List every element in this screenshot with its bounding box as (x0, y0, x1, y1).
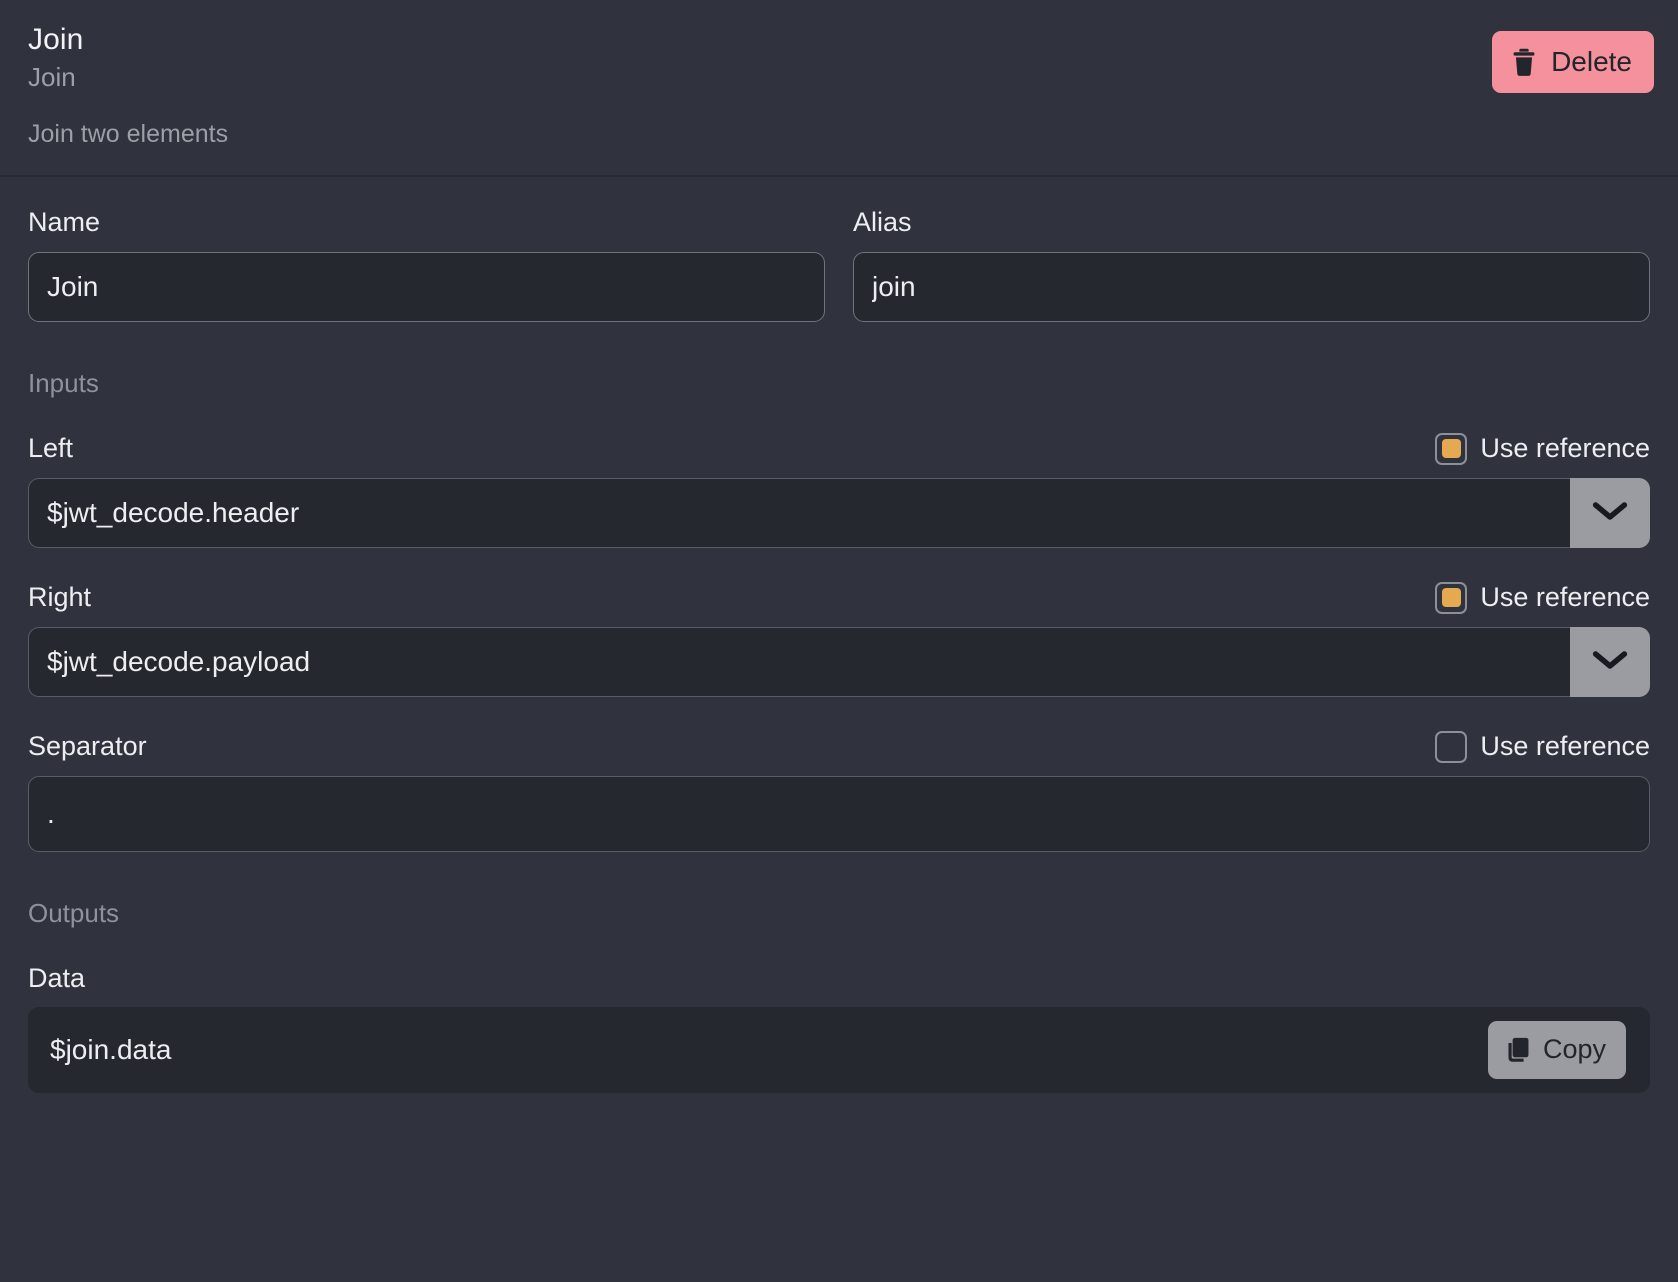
node-description: Join two elements (28, 119, 229, 148)
delete-button-label: Delete (1551, 46, 1632, 77)
node-title: Join (28, 23, 84, 56)
node-type-subtitle: Join (28, 62, 76, 93)
input-left-dropdown-button[interactable] (1570, 477, 1650, 548)
use-reference-label-separator: Use reference (1480, 731, 1650, 762)
panel-body: Name Alias Inputs Left Use reference (0, 177, 1678, 1282)
copy-button[interactable]: Copy (1487, 1020, 1626, 1079)
input-right-label: Right (28, 582, 92, 613)
use-reference-label-right: Use reference (1480, 582, 1650, 613)
chevron-down-icon (1592, 649, 1628, 674)
output-data-box: $join.data Copy (28, 1006, 1650, 1093)
input-left-head: Left Use reference (28, 432, 1650, 465)
use-reference-toggle-right[interactable]: Use reference (1435, 581, 1650, 614)
input-right-head: Right Use reference (28, 581, 1650, 614)
alias-input[interactable] (853, 251, 1650, 322)
outputs-section-label: Outputs (28, 897, 120, 928)
input-block-left: Left Use reference (28, 432, 1650, 548)
copy-button-label: Copy (1542, 1034, 1606, 1065)
output-data-value: $join.data (50, 1033, 172, 1065)
input-block-right: Right Use reference (28, 581, 1650, 697)
use-reference-checkbox-right[interactable] (1435, 581, 1468, 614)
name-field-group: Name (28, 207, 825, 322)
delete-button[interactable]: Delete (1492, 31, 1654, 93)
input-left-label: Left (28, 433, 74, 464)
output-block-data: Data $join.data Copy (28, 963, 1650, 1093)
output-data-head: Data (28, 963, 1650, 994)
alias-field-group: Alias (853, 207, 1650, 322)
input-right-value[interactable] (28, 626, 1570, 697)
input-separator-label: Separator (28, 731, 147, 762)
input-left-value[interactable] (28, 477, 1570, 548)
use-reference-toggle-left[interactable]: Use reference (1435, 432, 1650, 465)
join-node-properties-panel: Join Join Join two elements Delete Name … (0, 0, 1678, 1282)
alias-label: Alias (853, 206, 912, 237)
use-reference-toggle-separator[interactable]: Use reference (1435, 730, 1650, 763)
use-reference-checkbox-separator[interactable] (1435, 730, 1468, 763)
input-separator-head: Separator Use reference (28, 730, 1650, 763)
inputs-section-label: Inputs (28, 367, 99, 398)
input-right-dropdown-button[interactable] (1570, 626, 1650, 697)
input-right-select[interactable] (28, 626, 1650, 697)
panel-header: Join Join Join two elements Delete (0, 0, 1678, 177)
output-data-label: Data (28, 962, 86, 993)
name-alias-row: Name Alias (28, 207, 1650, 322)
name-input[interactable] (28, 251, 825, 322)
input-separator-value[interactable] (28, 775, 1650, 852)
chevron-down-icon (1592, 500, 1628, 525)
input-left-select[interactable] (28, 477, 1650, 548)
input-block-separator: Separator Use reference (28, 730, 1650, 852)
copy-icon (1504, 1036, 1531, 1064)
use-reference-checkbox-left[interactable] (1435, 432, 1468, 465)
trash-icon (1510, 47, 1538, 77)
use-reference-label-left: Use reference (1480, 433, 1650, 464)
name-label: Name (28, 206, 101, 237)
